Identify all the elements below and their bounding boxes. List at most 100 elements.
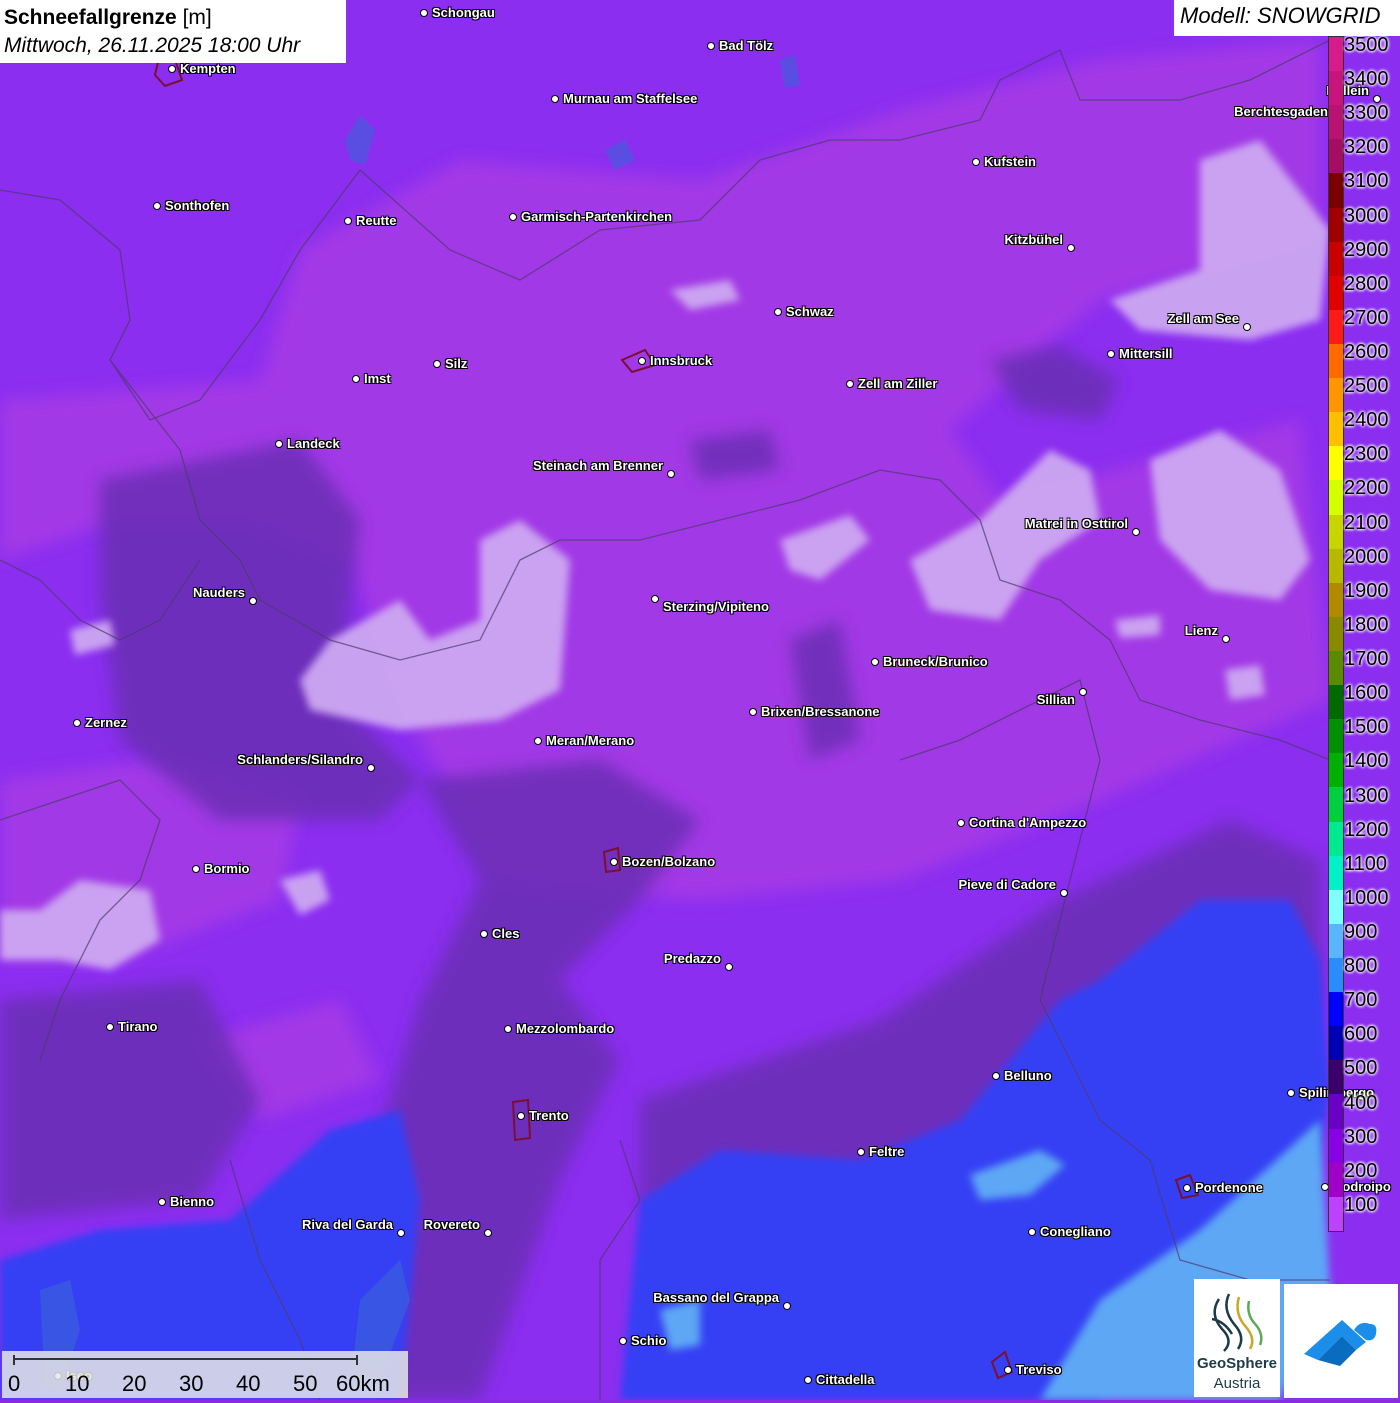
city-marker — [153, 202, 161, 210]
map-title-box: Schneefallgrenze [m] Mittwoch, 26.11.202… — [0, 0, 346, 63]
model-label: Modell: SNOWGRID — [1174, 0, 1400, 36]
city-marker — [857, 1148, 865, 1156]
legend-swatch — [1329, 719, 1343, 754]
city-label: Tirano — [118, 1019, 158, 1034]
city-marker — [1004, 1366, 1012, 1374]
city-label: Riva del Garda — [301, 1217, 393, 1232]
city-label: Schwaz — [786, 304, 834, 319]
city-marker — [168, 65, 176, 73]
legend-swatch — [1329, 37, 1343, 72]
legend-label: 400 — [1344, 1091, 1378, 1114]
city-label: Bad Tölz — [719, 38, 774, 53]
city-label: Kempten — [180, 61, 236, 76]
legend-swatch — [1329, 173, 1343, 208]
legend-label: 2200 — [1344, 477, 1389, 500]
city-label: Steinach am Brenner — [532, 458, 663, 473]
legend-swatch — [1329, 207, 1343, 242]
color-legend: 3500 3400 3300 3200 3100 3000 2900 2800 2700 2600… — [1328, 34, 1400, 1234]
legend-label: 2000 — [1344, 545, 1389, 568]
city-marker — [344, 217, 352, 225]
scale-tick-label: 20 — [122, 1371, 147, 1396]
city-marker — [420, 9, 428, 17]
scale-bar: 0 10 20 30 40 50 60km — [2, 1351, 408, 1398]
city-marker — [192, 865, 200, 873]
city-marker — [1222, 635, 1230, 643]
legend-swatch — [1329, 309, 1343, 344]
city-label: Bormio — [204, 861, 250, 876]
legend-swatch — [1329, 105, 1343, 140]
legend-swatch — [1329, 1060, 1343, 1095]
legend-swatch — [1329, 1128, 1343, 1163]
legend-label: 1700 — [1344, 648, 1389, 671]
city-marker — [846, 380, 854, 388]
legend-swatch — [1329, 343, 1343, 379]
city-marker — [651, 595, 659, 603]
city-label: Berchtesgaden — [1234, 104, 1328, 119]
city-label: Rovereto — [423, 1217, 480, 1232]
map-datetime: Mittwoch, 26.11.2025 18:00 Uhr — [4, 34, 301, 57]
city-marker — [480, 930, 488, 938]
city-marker — [73, 719, 81, 727]
city-marker — [509, 213, 517, 221]
legend-swatch — [1329, 548, 1343, 583]
legend-label: 2500 — [1344, 375, 1389, 398]
legend-label: 3000 — [1344, 204, 1389, 227]
city-marker — [638, 357, 646, 365]
scale-tick-label: 0 — [8, 1371, 21, 1396]
legend-label: 1500 — [1344, 716, 1389, 739]
city-label: Bassano del Grappa — [653, 1290, 779, 1305]
legend-swatch — [1329, 582, 1343, 617]
scale-tick-label: 40 — [236, 1371, 261, 1396]
legend-swatch — [1329, 685, 1343, 720]
legend-swatch — [1329, 957, 1343, 993]
city-marker — [1067, 244, 1075, 252]
legend-swatch — [1329, 821, 1343, 856]
city-marker — [725, 963, 733, 971]
partner-logo — [1284, 1284, 1398, 1398]
city-label: Nauders — [192, 585, 245, 600]
scale-tick-label: 10 — [65, 1371, 90, 1396]
city-label: Predazzo — [663, 951, 721, 966]
legend-swatch — [1329, 992, 1343, 1027]
city-label: Silz — [445, 356, 468, 371]
city-marker — [957, 819, 965, 827]
city-marker — [774, 308, 782, 316]
city-marker — [275, 440, 283, 448]
legend-label: 3500 — [1344, 34, 1389, 56]
city-label: Trento — [529, 1108, 569, 1123]
legend-swatch — [1329, 650, 1343, 686]
city-marker — [517, 1112, 525, 1120]
city-marker — [352, 375, 360, 383]
city-label: Bozen/Bolzano — [622, 854, 716, 869]
legend-swatch — [1329, 378, 1343, 413]
legend-swatch — [1329, 275, 1343, 310]
legend-label: 3400 — [1344, 68, 1389, 91]
city-marker — [484, 1229, 492, 1237]
city-label: Imst — [364, 371, 391, 386]
city-label: Feltre — [869, 1144, 905, 1159]
legend-swatch — [1329, 855, 1343, 890]
city-label: Kitzbühel — [1004, 232, 1064, 247]
legend-color-bar — [1328, 36, 1344, 1232]
city-marker — [158, 1198, 166, 1206]
legend-swatch — [1329, 412, 1343, 447]
city-label: Bienno — [170, 1194, 215, 1209]
legend-label: 1900 — [1344, 579, 1389, 602]
city-label: Belluno — [1004, 1068, 1052, 1083]
city-marker — [667, 470, 675, 478]
city-label: Zell am Ziller — [858, 376, 938, 391]
city-marker — [367, 764, 375, 772]
city-label: Conegliano — [1040, 1224, 1111, 1239]
geosphere-swirl-icon — [1211, 1293, 1263, 1352]
geosphere-logo-line1: GeoSphere — [1196, 1355, 1278, 1372]
legend-label: 200 — [1344, 1159, 1378, 1182]
legend-label: 2800 — [1344, 272, 1389, 295]
legend-label: 1600 — [1344, 682, 1389, 705]
legend-swatch — [1329, 241, 1343, 276]
legend-label: 900 — [1344, 920, 1378, 943]
legend-label: 2700 — [1344, 306, 1389, 329]
city-marker — [433, 360, 441, 368]
legend-label: 2600 — [1344, 341, 1389, 364]
mountain-check-icon — [1304, 1320, 1377, 1366]
city-marker — [249, 597, 257, 605]
